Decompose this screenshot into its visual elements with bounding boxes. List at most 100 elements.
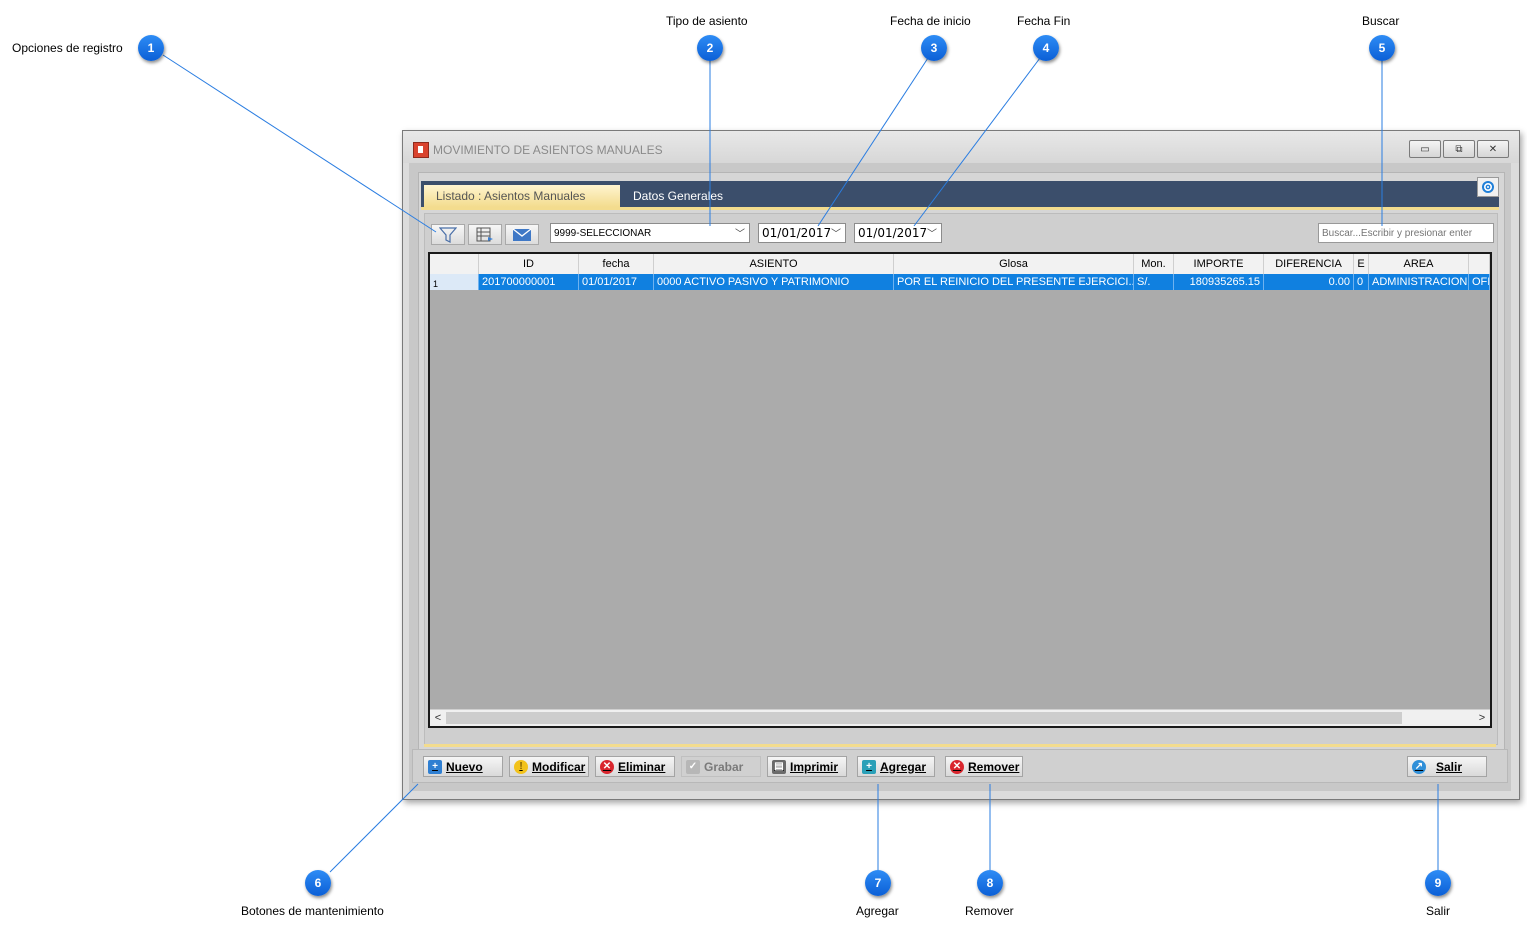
callout-badge-7: 7 [865, 870, 891, 896]
column-header-fecha[interactable]: fecha [579, 254, 654, 274]
remove-icon: ✕ [950, 759, 964, 774]
agregar-button[interactable]: + Agregar [857, 756, 935, 777]
column-header-area[interactable]: AREA [1369, 254, 1469, 274]
minimize-button[interactable]: ▭ [1409, 140, 1441, 158]
fecha-fin-value: 01/01/2017 [858, 226, 928, 240]
nuevo-button[interactable]: + Nuevo [423, 756, 503, 777]
tab-underline [421, 207, 1499, 210]
column-header-importe[interactable]: IMPORTE [1174, 254, 1264, 274]
callout-label-2: Tipo de asiento [666, 14, 748, 28]
cell-mon: S/. [1134, 274, 1174, 290]
grid-header: ID fecha ASIENTO Glosa Mon. IMPORTE DIFE… [430, 254, 1490, 275]
column-header-diferencia[interactable]: DIFERENCIA [1264, 254, 1354, 274]
printer-icon: ▤ [772, 759, 786, 774]
callout-label-8: Remover [965, 904, 1014, 918]
callout-badge-6: 6 [305, 870, 331, 896]
scroll-thumb[interactable] [446, 712, 1402, 724]
grabar-button[interactable]: ✓ Grabar [681, 756, 761, 777]
callout-label-6: Botones de mantenimiento [241, 904, 384, 918]
new-record-icon: + [428, 759, 442, 774]
export-grid-button[interactable] [468, 224, 502, 245]
modificar-label: Modificar [532, 759, 586, 774]
eliminar-button[interactable]: ✕ Eliminar [595, 756, 675, 777]
grid-export-icon [476, 227, 493, 241]
callout-label-5: Buscar [1362, 14, 1400, 28]
cell-diferencia: 0.00 [1264, 274, 1354, 290]
email-button[interactable] [505, 224, 539, 245]
exit-icon: ↗ [1412, 759, 1426, 774]
grabar-label: Grabar [704, 759, 744, 774]
checkmark-icon: ✓ [686, 759, 700, 774]
callout-label-4: Fecha Fin [1017, 14, 1071, 28]
cell-asiento: 0000 ACTIVO PASIVO Y PATRIMONIO [654, 274, 894, 290]
window-client-area: Listado : Asientos Manuales Datos Genera… [409, 163, 1511, 791]
callout-label-9: Salir [1426, 904, 1451, 918]
fecha-fin-picker[interactable]: 01/01/2017 ﹀ [854, 223, 942, 243]
filter-toolbar: 9999-SELECCIONAR ﹀ 01/01/2017 ﹀ 01/01/20… [425, 214, 1497, 250]
callout-badge-2: 2 [697, 35, 723, 61]
fecha-inicio-value: 01/01/2017 [762, 226, 832, 240]
column-header-extra[interactable] [1469, 254, 1490, 274]
scroll-left-arrow[interactable]: < [430, 710, 446, 726]
listado-panel: 9999-SELECCIONAR ﹀ 01/01/2017 ﹀ 01/01/20… [424, 213, 1498, 745]
close-button[interactable]: ✕ [1477, 140, 1509, 158]
cell-extra: OFIC [1469, 274, 1490, 290]
column-header-mon[interactable]: Mon. [1134, 254, 1174, 274]
asientos-grid[interactable]: ID fecha ASIENTO Glosa Mon. IMPORTE DIFE… [428, 252, 1492, 728]
column-header-asiento[interactable]: ASIENTO [654, 254, 894, 274]
horizontal-scrollbar[interactable]: < > [430, 709, 1490, 726]
restore-button[interactable]: ⧉ [1443, 140, 1475, 158]
callout-badge-4: 4 [1033, 35, 1059, 61]
eliminar-label: Eliminar [618, 759, 666, 774]
column-header-glosa[interactable]: Glosa [894, 254, 1134, 274]
maintenance-toolbar: + Nuevo ! Modificar ✕ Eliminar ✓ Grabar … [412, 749, 1508, 783]
remover-label: Remover [968, 759, 1020, 774]
column-header-id[interactable]: ID [479, 254, 579, 274]
add-icon: + [862, 759, 876, 774]
cell-fecha: 01/01/2017 [579, 274, 654, 290]
callout-badge-8: 8 [977, 870, 1003, 896]
tab-strip: Listado : Asientos Manuales Datos Genera… [421, 177, 1499, 207]
filter-button[interactable] [431, 224, 465, 245]
app-icon [413, 142, 429, 158]
callout-label-7: Agregar [856, 904, 899, 918]
salir-button[interactable]: ↗ Salir [1407, 756, 1487, 777]
panel-bottom-underline [424, 744, 1496, 747]
cell-rownum: 1 [430, 274, 479, 290]
title-bar[interactable]: MOVIMIENTO DE ASIENTOS MANUALES ▭ ⧉ ✕ [403, 131, 1519, 163]
tipo-asiento-value: 9999-SELECCIONAR [554, 227, 652, 239]
imprimir-button[interactable]: ▤ Imprimir [767, 756, 847, 777]
callout-badge-3: 3 [921, 35, 947, 61]
envelope-icon [512, 227, 532, 241]
salir-label: Salir [1436, 759, 1463, 774]
column-header-e[interactable]: E [1354, 254, 1369, 274]
imprimir-label: Imprimir [790, 759, 839, 774]
callout-badge-5: 5 [1369, 35, 1395, 61]
tipo-asiento-select[interactable]: 9999-SELECCIONAR ﹀ [550, 223, 750, 243]
cell-id: 201700000001 [479, 274, 579, 290]
tab-listado[interactable]: Listado : Asientos Manuales [424, 185, 620, 207]
remover-button[interactable]: ✕ Remover [945, 756, 1023, 777]
tab-datos-generales[interactable]: Datos Generales [621, 185, 741, 207]
callout-badge-1: 1 [138, 35, 164, 61]
agregar-label: Agregar [880, 759, 927, 774]
content-frame: Listado : Asientos Manuales Datos Genera… [418, 172, 1505, 779]
column-header-rownum[interactable] [430, 254, 479, 274]
window-title: MOVIMIENTO DE ASIENTOS MANUALES [433, 143, 663, 157]
warning-icon: ! [514, 759, 528, 774]
search-input[interactable] [1318, 223, 1494, 243]
callout-badge-9: 9 [1425, 870, 1451, 896]
callout-label-1: Opciones de registro [12, 41, 123, 55]
table-row[interactable]: 1 201700000001 01/01/2017 0000 ACTIVO PA… [430, 274, 1490, 290]
modificar-button[interactable]: ! Modificar [509, 756, 589, 777]
gear-icon[interactable] [1477, 177, 1499, 197]
scroll-right-arrow[interactable]: > [1474, 710, 1490, 726]
cell-glosa: POR EL REINICIO DEL PRESENTE EJERCICI... [894, 274, 1134, 290]
app-window: MOVIMIENTO DE ASIENTOS MANUALES ▭ ⧉ ✕ Li… [402, 130, 1520, 800]
fecha-inicio-picker[interactable]: 01/01/2017 ﹀ [758, 223, 846, 243]
cell-importe: 180935265.15 [1174, 274, 1264, 290]
callout-label-3: Fecha de inicio [890, 14, 971, 28]
cell-e: 0 [1354, 274, 1369, 290]
chevron-down-icon: ﹀ [831, 229, 841, 240]
delete-icon: ✕ [600, 759, 614, 774]
